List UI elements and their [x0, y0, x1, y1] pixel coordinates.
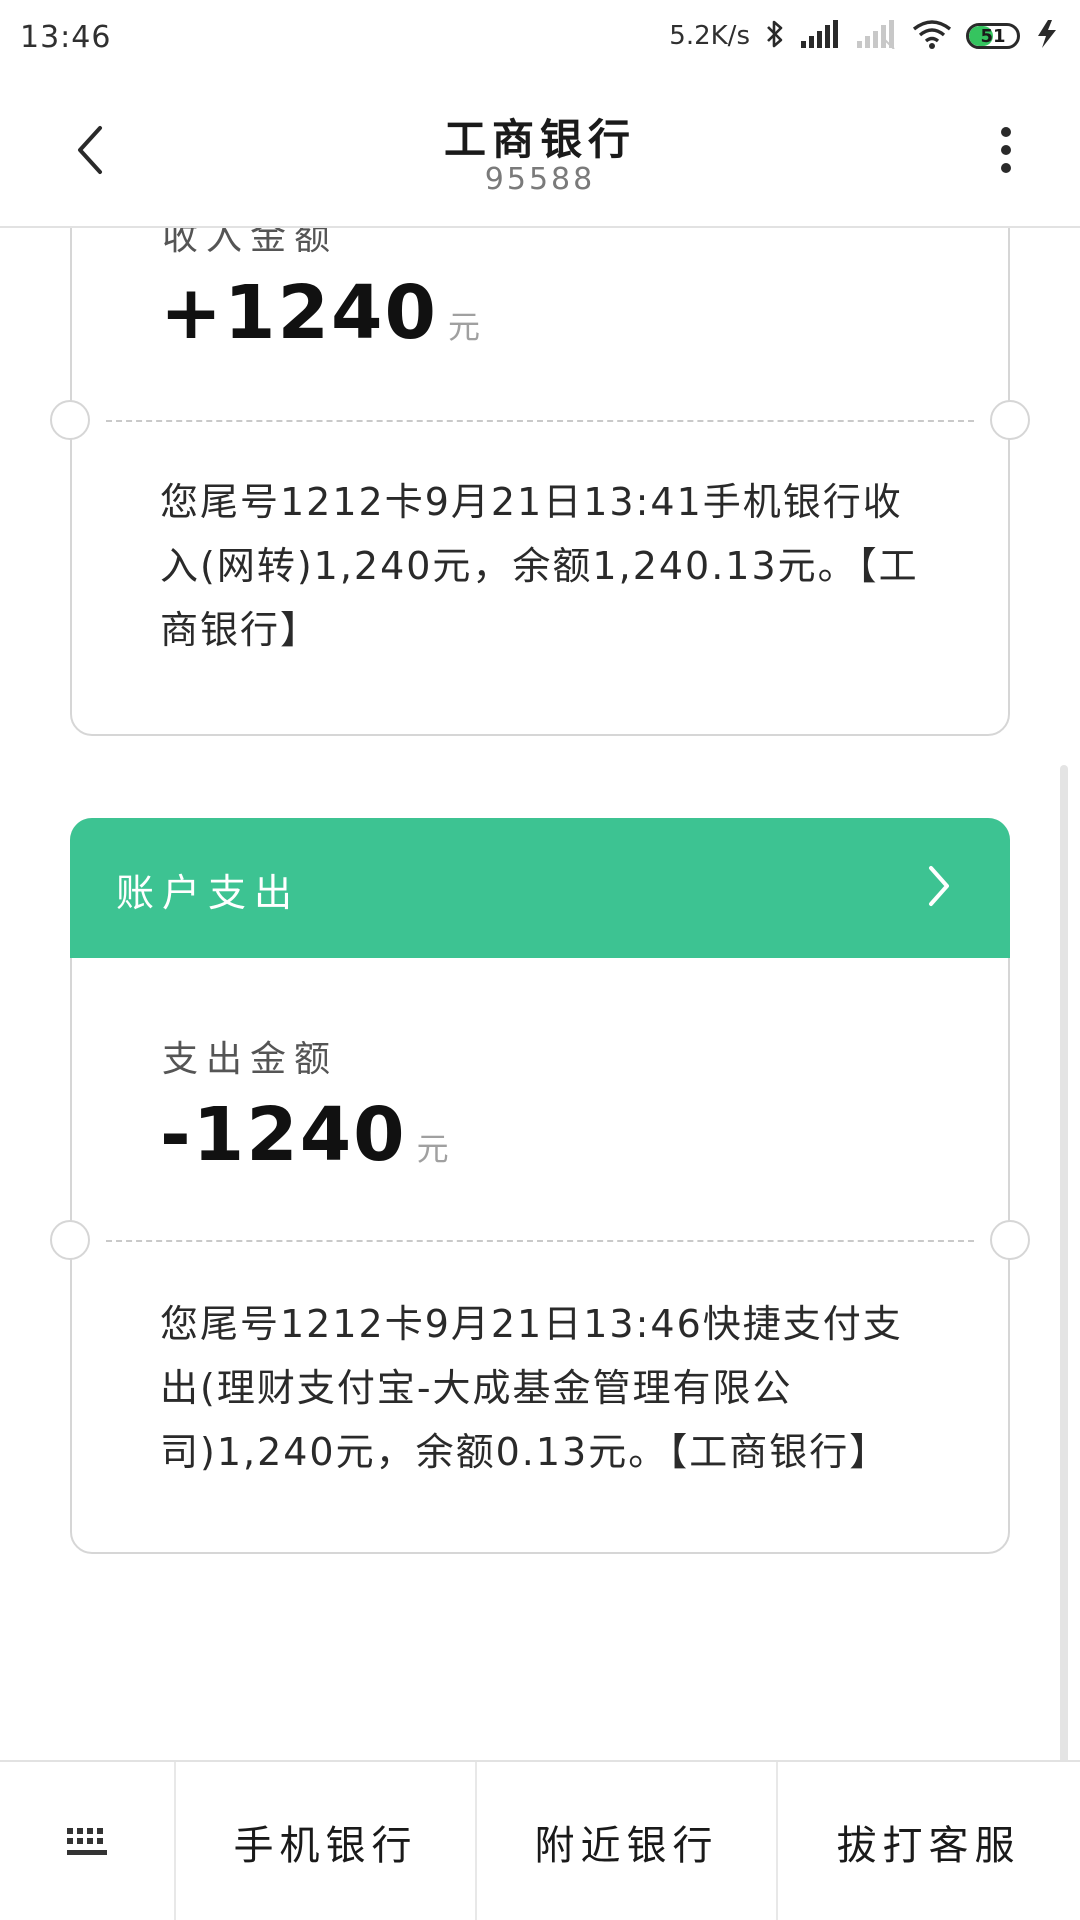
more-button[interactable] [976, 120, 1036, 180]
sms-conversation-screen: 13:46 5.2K/s 51 工商银行 95588 收入金额 +1240 元 … [0, 0, 1080, 1920]
bottom-menu-bar: 手机银行 附近银行 拔打客服 [0, 1760, 1080, 1920]
menu-mobile-banking[interactable]: 手机银行 [176, 1762, 477, 1920]
status-icons: 5.2K/s 51 [669, 18, 1060, 54]
scrollbar[interactable] [1060, 765, 1068, 1760]
signal-weak-icon [856, 19, 898, 53]
conversation-header: 工商银行 95588 [0, 76, 1080, 228]
contact-number: 95588 [484, 162, 596, 197]
more-icon [1001, 127, 1011, 173]
battery-icon: 51 [966, 23, 1020, 49]
expense-card[interactable]: 账户支出 支出金额 -1240 元 您尾号1212卡9月21日13:46快捷支付… [50, 818, 1030, 1554]
chevron-right-icon [914, 858, 964, 914]
contact-name: 工商银行 [443, 115, 636, 164]
dashed-divider [106, 1240, 974, 1242]
status-time: 13:46 [20, 20, 112, 55]
dashed-divider [106, 420, 974, 422]
amount-value: -1240 [160, 1092, 407, 1178]
network-speed: 5.2K/s [669, 21, 750, 51]
message-list[interactable]: 收入金额 +1240 元 您尾号1212卡9月21日13:41手机银行收入(网转… [0, 228, 1080, 1760]
menu-nearby-banks[interactable]: 附近银行 [477, 1762, 778, 1920]
keyboard-toggle-button[interactable] [0, 1762, 176, 1920]
amount-unit: 元 [447, 308, 480, 346]
card-header-title: 账户支出 [116, 871, 301, 915]
amount-row: -1240 元 [160, 1092, 449, 1178]
status-bar: 13:46 5.2K/s 51 [0, 0, 1080, 76]
battery-level: 51 [980, 25, 1006, 47]
charging-icon [1034, 19, 1060, 53]
bluetooth-icon [764, 18, 786, 54]
ticket-notch [50, 400, 90, 440]
ticket-notch [990, 1220, 1030, 1260]
sms-message-text: 您尾号1212卡9月21日13:41手机银行收入(网转)1,240元，余额1,2… [160, 480, 919, 652]
amount-label: 收入金额 [162, 228, 339, 258]
signal-icon [800, 19, 842, 53]
income-card[interactable]: 收入金额 +1240 元 您尾号1212卡9月21日13:41手机银行收入(网转… [50, 228, 1030, 736]
ticket-notch [990, 400, 1030, 440]
amount-value: +1240 [160, 270, 438, 356]
ticket-notch [50, 1220, 90, 1260]
card-header[interactable]: 账户支出 [70, 818, 1010, 958]
amount-label: 支出金额 [162, 1039, 339, 1080]
menu-call-service[interactable]: 拔打客服 [778, 1762, 1079, 1920]
wifi-icon [912, 19, 952, 53]
sms-message-text: 您尾号1212卡9月21日13:46快捷支付支出(理财支付宝-大成基金管理有限公… [160, 1302, 903, 1474]
amount-unit: 元 [416, 1130, 449, 1168]
amount-row: +1240 元 [160, 270, 480, 356]
keyboard-icon [67, 1828, 107, 1855]
